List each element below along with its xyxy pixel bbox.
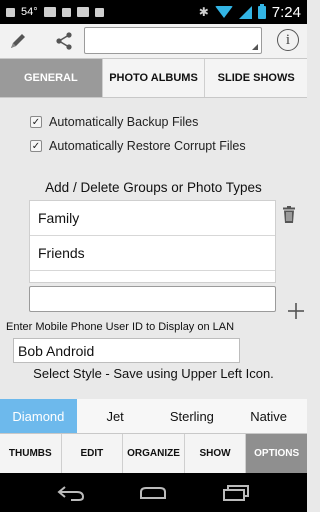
style-selector: Diamond Jet Sterling Native — [0, 399, 307, 433]
toolbar: i — [0, 24, 307, 58]
user-id-label: Enter Mobile Phone User ID to Display on… — [6, 321, 235, 333]
style-native[interactable]: Native — [230, 399, 307, 433]
tab-thumbs[interactable]: THUMBS — [0, 434, 61, 473]
toolbar-input[interactable] — [84, 27, 262, 54]
tab-options[interactable]: OPTIONS — [245, 434, 307, 473]
tab-show[interactable]: SHOW — [183, 434, 246, 473]
user-id-input[interactable]: Bob Android — [13, 338, 240, 363]
image-icon — [61, 7, 71, 17]
signal-icon — [238, 5, 252, 19]
gallery-icon — [43, 7, 56, 17]
share-button[interactable] — [46, 24, 82, 58]
groups-list: Family Friends — [29, 200, 276, 283]
tab-photo-albums[interactable]: PHOTO ALBUMS — [101, 59, 205, 97]
status-bar: 54° ✱ 7:24 — [0, 0, 307, 24]
edit-button[interactable] — [0, 24, 36, 58]
back-icon — [57, 485, 85, 501]
groups-title: Add / Delete Groups or Photo Types — [45, 180, 262, 195]
info-button[interactable]: i — [277, 29, 299, 51]
back-button[interactable] — [51, 481, 91, 505]
navigation-bar — [0, 473, 307, 512]
temperature-text: 54° — [21, 6, 38, 18]
tab-general[interactable]: GENERAL — [0, 59, 102, 97]
info-icon: i — [285, 31, 291, 48]
notification-icon — [6, 7, 15, 17]
tab-organize[interactable]: ORGANIZE — [122, 434, 184, 473]
list-item[interactable]: Family — [30, 201, 275, 236]
list-item-partial[interactable] — [30, 271, 275, 282]
home-icon — [140, 486, 167, 499]
home-button[interactable] — [133, 481, 173, 505]
style-sterling[interactable]: Sterling — [154, 399, 231, 433]
recents-icon — [222, 484, 249, 501]
trash-icon[interactable] — [282, 206, 296, 223]
bluetooth-icon: ✱ — [198, 5, 209, 19]
new-group-input[interactable] — [29, 286, 276, 312]
share-icon — [56, 32, 72, 50]
tab-slide-shows[interactable]: SLIDE SHOWS — [204, 59, 308, 97]
download-icon — [94, 7, 104, 17]
auto-backup-checkbox[interactable]: ✓ — [30, 116, 42, 128]
style-title: Select Style - Save using Upper Left Ico… — [33, 366, 274, 381]
clock: 7:24 — [271, 3, 301, 21]
dropdown-corner-icon — [252, 44, 258, 50]
auto-backup-option[interactable]: ✓ Automatically Backup Files — [30, 113, 198, 131]
list-item[interactable]: Friends — [30, 236, 275, 271]
add-icon[interactable] — [286, 301, 306, 321]
tab-edit[interactable]: EDIT — [60, 434, 123, 473]
auto-restore-label: Automatically Restore Corrupt Files — [49, 139, 246, 153]
top-tabs: GENERAL PHOTO ALBUMS SLIDE SHOWS — [0, 58, 308, 98]
style-diamond[interactable]: Diamond — [0, 399, 77, 433]
bottom-tabs: THUMBS EDIT ORGANIZE SHOW OPTIONS — [0, 433, 307, 473]
battery-icon — [257, 3, 266, 19]
auto-restore-option[interactable]: ✓ Automatically Restore Corrupt Files — [30, 137, 246, 155]
auto-backup-label: Automatically Backup Files — [49, 115, 199, 129]
recents-button[interactable] — [216, 481, 256, 505]
briefcase-icon — [76, 7, 89, 17]
pencil-icon — [11, 34, 25, 48]
style-jet[interactable]: Jet — [77, 399, 154, 433]
wifi-icon — [214, 6, 233, 18]
auto-restore-checkbox[interactable]: ✓ — [30, 140, 42, 152]
